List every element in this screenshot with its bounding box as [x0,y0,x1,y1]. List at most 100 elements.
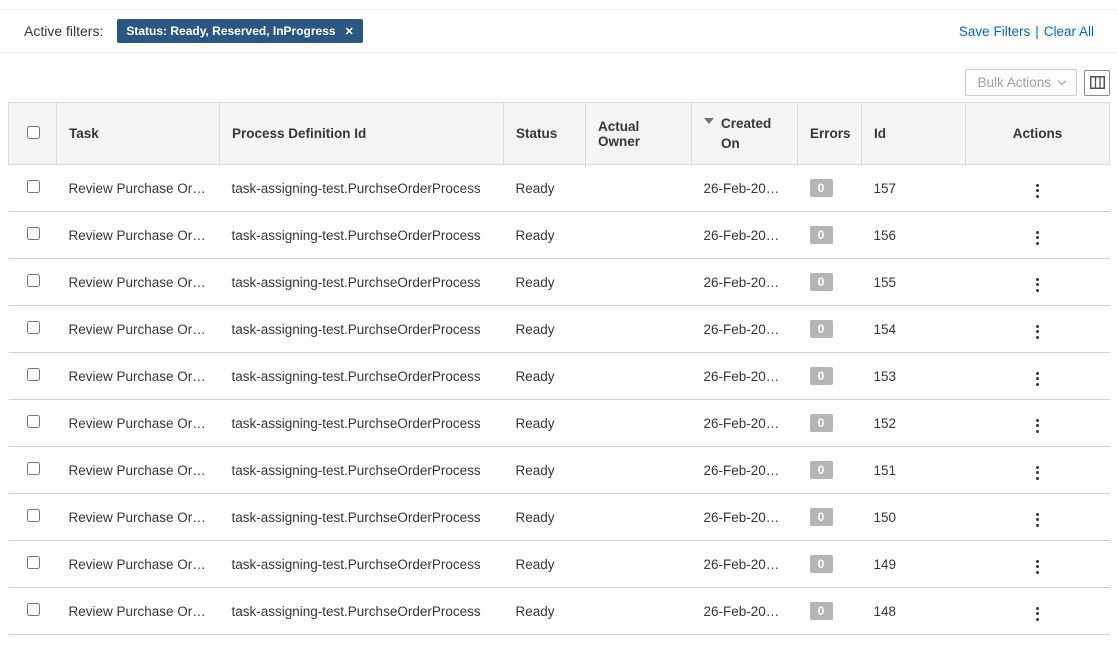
task-cell: Review Purchase Order [57,400,220,447]
row-checkbox[interactable] [27,321,40,334]
table-row[interactable]: Review Purchase Order task-assigning-tes… [9,588,1110,635]
row-checkbox[interactable] [27,603,40,616]
save-filters-link[interactable]: Save Filters [959,24,1030,39]
table-row[interactable]: Review Purchase Order task-assigning-tes… [9,306,1110,353]
table-row[interactable]: Review Purchase Order task-assigning-tes… [9,494,1110,541]
actions-cell [966,212,1110,259]
select-cell [9,259,57,306]
status-cell: Ready [504,494,586,541]
close-icon[interactable]: ✕ [345,25,354,38]
process-definition-id: task-assigning-test.PurchseOrderProcess [232,510,481,525]
kebab-menu-button[interactable] [1028,603,1047,625]
process-cell: task-assigning-test.PurchseOrderProcess [220,447,504,494]
status-value: Ready [516,463,555,478]
process-cell: task-assigning-test.PurchseOrderProcess [220,353,504,400]
actual-owner-cell [586,306,692,353]
header-process-definition-id[interactable]: Process Definition Id [220,103,504,165]
row-checkbox[interactable] [27,415,40,428]
created-on-value: 26-Feb-2020... [704,604,793,619]
actual-owner-cell [586,353,692,400]
actions-cell [966,588,1110,635]
bulk-actions-button[interactable]: Bulk Actions [965,69,1077,96]
header-id[interactable]: Id [862,103,966,165]
row-checkbox[interactable] [27,274,40,287]
sort-descending-icon [704,118,714,124]
actual-owner-cell [586,447,692,494]
task-id: 148 [874,604,897,619]
task-cell: Review Purchase Order [57,165,220,212]
errors-cell: 0 [798,447,862,494]
table-row[interactable]: Review Purchase Order task-assigning-tes… [9,400,1110,447]
kebab-menu-button[interactable] [1028,368,1047,390]
task-id: 157 [874,181,897,196]
kebab-menu-button[interactable] [1028,415,1047,437]
table-row[interactable]: Review Purchase Order task-assigning-tes… [9,353,1110,400]
kebab-menu-button[interactable] [1028,227,1047,249]
table-row[interactable]: Review Purchase Order task-assigning-tes… [9,447,1110,494]
kebab-icon [1036,607,1039,610]
actual-owner-cell [586,400,692,447]
table-row[interactable]: Review Purchase Order task-assigning-tes… [9,212,1110,259]
kebab-menu-button[interactable] [1028,462,1047,484]
errors-cell: 0 [798,494,862,541]
errors-cell: 0 [798,588,862,635]
header-errors[interactable]: Errors [798,103,862,165]
kebab-icon [1036,184,1039,187]
manage-columns-button[interactable] [1084,70,1110,96]
row-checkbox[interactable] [27,556,40,569]
row-checkbox[interactable] [27,180,40,193]
select-cell [9,306,57,353]
created-on-cell: 26-Feb-2020... [692,212,798,259]
task-id: 156 [874,228,897,243]
header-id-label: Id [874,126,886,141]
header-created-on-label: Created On [721,114,779,153]
status-cell: Ready [504,541,586,588]
select-all-checkbox[interactable] [27,126,40,139]
kebab-menu-button[interactable] [1028,321,1047,343]
id-cell: 151 [862,447,966,494]
table-row[interactable]: Review Purchase Order task-assigning-tes… [9,165,1110,212]
row-checkbox[interactable] [27,509,40,522]
process-definition-id: task-assigning-test.PurchseOrderProcess [232,228,481,243]
errors-badge: 0 [810,555,833,573]
kebab-menu-button[interactable] [1028,509,1047,531]
created-on-cell: 26-Feb-2020... [692,494,798,541]
tasks-table: Task Process Definition Id Status Actual… [8,102,1110,635]
row-checkbox[interactable] [27,462,40,475]
kebab-menu-button[interactable] [1028,556,1047,578]
errors-cell: 0 [798,259,862,306]
header-status-label: Status [516,126,557,141]
kebab-icon [1036,372,1039,375]
actions-cell [966,306,1110,353]
kebab-menu-button[interactable] [1028,274,1047,296]
created-on-cell: 26-Feb-2020... [692,165,798,212]
row-checkbox[interactable] [27,227,40,240]
kebab-icon [1036,466,1039,469]
status-cell: Ready [504,306,586,353]
created-on-value: 26-Feb-2020... [704,463,793,478]
created-on-value: 26-Feb-2020... [704,369,793,384]
chevron-down-icon [1058,77,1066,85]
header-process-label: Process Definition Id [232,126,366,141]
header-status[interactable]: Status [504,103,586,165]
kebab-menu-button[interactable] [1028,180,1047,202]
id-cell: 152 [862,400,966,447]
header-actual-owner[interactable]: Actual Owner [586,103,692,165]
status-cell: Ready [504,165,586,212]
task-id: 154 [874,322,897,337]
header-task[interactable]: Task [57,103,220,165]
status-cell: Ready [504,353,586,400]
created-on-value: 26-Feb-2020... [704,322,793,337]
filter-chip[interactable]: Status: Ready, Reserved, InProgress ✕ [117,19,362,43]
header-created-on[interactable]: Created On [692,103,798,165]
row-checkbox[interactable] [27,368,40,381]
table-row[interactable]: Review Purchase Order task-assigning-tes… [9,259,1110,306]
created-on-cell: 26-Feb-2020... [692,588,798,635]
status-value: Ready [516,510,555,525]
clear-all-link[interactable]: Clear All [1044,24,1094,39]
active-filters-bar: Active filters: Status: Ready, Reserved,… [0,10,1118,53]
task-cell: Review Purchase Order [57,212,220,259]
table-row[interactable]: Review Purchase Order task-assigning-tes… [9,541,1110,588]
task-cell: Review Purchase Order [57,494,220,541]
created-on-value: 26-Feb-2020... [704,181,793,196]
